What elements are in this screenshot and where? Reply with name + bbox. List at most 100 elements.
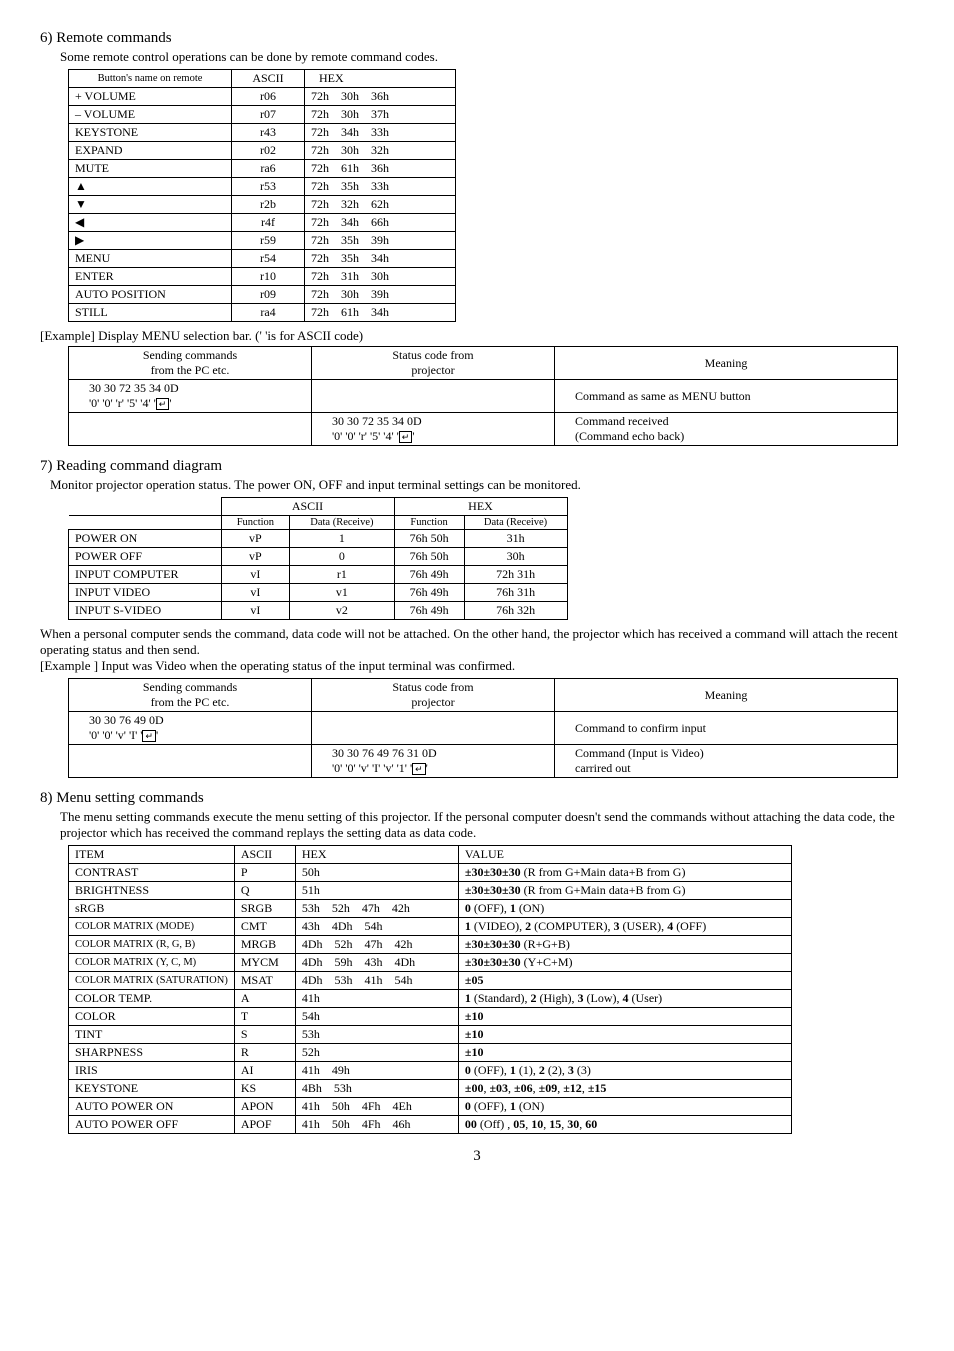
- table-row: COLOR MATRIX (SATURATION) MSAT 4Dh 53h 4…: [69, 972, 792, 990]
- cell-hd: 72h 31h: [464, 566, 567, 584]
- cell-ascii: r06: [232, 88, 305, 106]
- cell-ascii: r43: [232, 124, 305, 142]
- cell-item: COLOR: [69, 1008, 235, 1026]
- table-row: EXPAND r02 72h 30h 32h: [69, 142, 456, 160]
- section-6-intro: Some remote control operations can be do…: [60, 49, 914, 65]
- cell-value: 0 (OFF), 1 (1), 2 (2), 3 (3): [458, 1062, 791, 1080]
- cell-name: POWER OFF: [69, 548, 222, 566]
- table-row: SHARPNESS R 52h ±10: [69, 1044, 792, 1062]
- cell-ascii: MYCM: [234, 954, 295, 972]
- table-row: 30 30 76 49 76 31 0D'0' '0' 'v' 'I' 'v' …: [69, 745, 898, 778]
- cell-name: [69, 178, 232, 196]
- cell-ascii: r2b: [232, 196, 305, 214]
- cell-hex: 41h: [295, 990, 458, 1008]
- reading-command-table: ASCII HEX Function Data (Receive) Functi…: [68, 497, 568, 620]
- cell-name: KEYSTONE: [69, 124, 232, 142]
- table-row: sRGB SRGB 53h 52h 47h 42h 0 (OFF), 1 (ON…: [69, 900, 792, 918]
- cell-ascii: KS: [234, 1080, 295, 1098]
- section-6-heading: 6) Remote commands: [40, 30, 914, 47]
- cell-hex: 41h 50h 4Fh 4Eh: [295, 1098, 458, 1116]
- cell-name: ENTER: [69, 268, 232, 286]
- cell-meaning: Command as same as MENU button: [555, 380, 898, 413]
- table-row: – VOLUME r07 72h 30h 37h: [69, 106, 456, 124]
- table-row: 30 30 72 35 34 0D'0' '0' 'r' '5' '4' '' …: [69, 380, 898, 413]
- col7-data-a: Data (Receive): [290, 516, 394, 530]
- cell-item: AUTO POWER ON: [69, 1098, 235, 1116]
- cell-ad: v2: [290, 602, 394, 620]
- cell-hex: 72h 32h 62h: [305, 196, 456, 214]
- table-row: STILL ra4 72h 61h 34h: [69, 304, 456, 322]
- cell-hex: 72h 34h 66h: [305, 214, 456, 232]
- cell-value: ±10: [458, 1044, 791, 1062]
- table-row: POWER ON vP 1 76h 50h 31h: [69, 530, 568, 548]
- cell-hf: 76h 49h: [394, 584, 464, 602]
- ex6-h2: Status code fromprojector: [312, 347, 555, 380]
- table-row: COLOR MATRIX (MODE) CMT 43h 4Dh 54h 1 (V…: [69, 918, 792, 936]
- col7-func-h: Function: [394, 516, 464, 530]
- col8-value: VALUE: [458, 846, 791, 864]
- table-row: AUTO POWER ON APON 41h 50h 4Fh 4Eh 0 (OF…: [69, 1098, 792, 1116]
- col-button-name: Button's name on remote: [69, 70, 232, 88]
- cell-send: 30 30 76 49 0D'0' '0' 'v' 'I' '': [69, 712, 312, 745]
- cell-send: [69, 745, 312, 778]
- cell-name: INPUT S-VIDEO: [69, 602, 222, 620]
- cell-ascii: SRGB: [234, 900, 295, 918]
- cell-ascii: R: [234, 1044, 295, 1062]
- cell-hex: 72h 61h 34h: [305, 304, 456, 322]
- cell-name: INPUT VIDEO: [69, 584, 222, 602]
- section-8-heading: 8) Menu setting commands: [40, 790, 914, 807]
- cell-item: KEYSTONE: [69, 1080, 235, 1098]
- cell-hex: 4Dh 59h 43h 4Dh: [295, 954, 458, 972]
- cell-ascii: P: [234, 864, 295, 882]
- cell-item: SHARPNESS: [69, 1044, 235, 1062]
- col8-hex: HEX: [295, 846, 458, 864]
- cell-ascii: MRGB: [234, 936, 295, 954]
- cell-af: vI: [221, 566, 290, 584]
- cell-value: ±10: [458, 1026, 791, 1044]
- table-row: BRIGHTNESS Q 51h ±30±30±30 (R from G+Mai…: [69, 882, 792, 900]
- table-row: INPUT VIDEO vI v1 76h 49h 76h 31h: [69, 584, 568, 602]
- cell-hex: 52h: [295, 1044, 458, 1062]
- cell-value: ±30±30±30 (R from G+Main data+B from G): [458, 882, 791, 900]
- cell-status: [312, 380, 555, 413]
- cell-item: COLOR MATRIX (Y, C, M): [69, 954, 235, 972]
- col7-ascii: ASCII: [221, 498, 394, 516]
- table-row: MUTE ra6 72h 61h 36h: [69, 160, 456, 178]
- section-7-para1: When a personal computer sends the comma…: [40, 626, 914, 658]
- cell-name: [69, 214, 232, 232]
- table-row: COLOR T 54h ±10: [69, 1008, 792, 1026]
- section-7-intro: Monitor projector operation status. The …: [50, 477, 914, 493]
- table-row: AUTO POSITION r09 72h 30h 39h: [69, 286, 456, 304]
- cell-hex: 4Bh 53h: [295, 1080, 458, 1098]
- cell-value: ±00, ±03, ±06, ±09, ±12, ±15: [458, 1080, 791, 1098]
- page-number: 3: [40, 1148, 914, 1165]
- cell-meaning: Command received(Command echo back): [555, 413, 898, 446]
- table-row: IRIS AI 41h 49h 0 (OFF), 1 (1), 2 (2), 3…: [69, 1062, 792, 1080]
- cell-ascii: CMT: [234, 918, 295, 936]
- cell-hex: 72h 30h 39h: [305, 286, 456, 304]
- cell-status: 30 30 76 49 76 31 0D'0' '0' 'v' 'I' 'v' …: [312, 745, 555, 778]
- table-row: ENTER r10 72h 31h 30h: [69, 268, 456, 286]
- cell-ascii: ra6: [232, 160, 305, 178]
- cell-name: POWER ON: [69, 530, 222, 548]
- cell-ad: r1: [290, 566, 394, 584]
- table-row: TINT S 53h ±10: [69, 1026, 792, 1044]
- cell-hd: 30h: [464, 548, 567, 566]
- cell-ad: v1: [290, 584, 394, 602]
- cell-name: MUTE: [69, 160, 232, 178]
- cell-ascii: APON: [234, 1098, 295, 1116]
- cell-name: + VOLUME: [69, 88, 232, 106]
- cell-hex: 54h: [295, 1008, 458, 1026]
- cell-hf: 76h 50h: [394, 530, 464, 548]
- table-row: r53 72h 35h 33h: [69, 178, 456, 196]
- cell-hex: 72h 30h 32h: [305, 142, 456, 160]
- cell-af: vI: [221, 584, 290, 602]
- cell-ascii: MSAT: [234, 972, 295, 990]
- cell-value: 0 (OFF), 1 (ON): [458, 900, 791, 918]
- table-row: INPUT COMPUTER vI r1 76h 49h 72h 31h: [69, 566, 568, 584]
- cell-name: STILL: [69, 304, 232, 322]
- cell-item: BRIGHTNESS: [69, 882, 235, 900]
- table-row: KEYSTONE r43 72h 34h 33h: [69, 124, 456, 142]
- cell-hex: 72h 35h 34h: [305, 250, 456, 268]
- cell-ascii: A: [234, 990, 295, 1008]
